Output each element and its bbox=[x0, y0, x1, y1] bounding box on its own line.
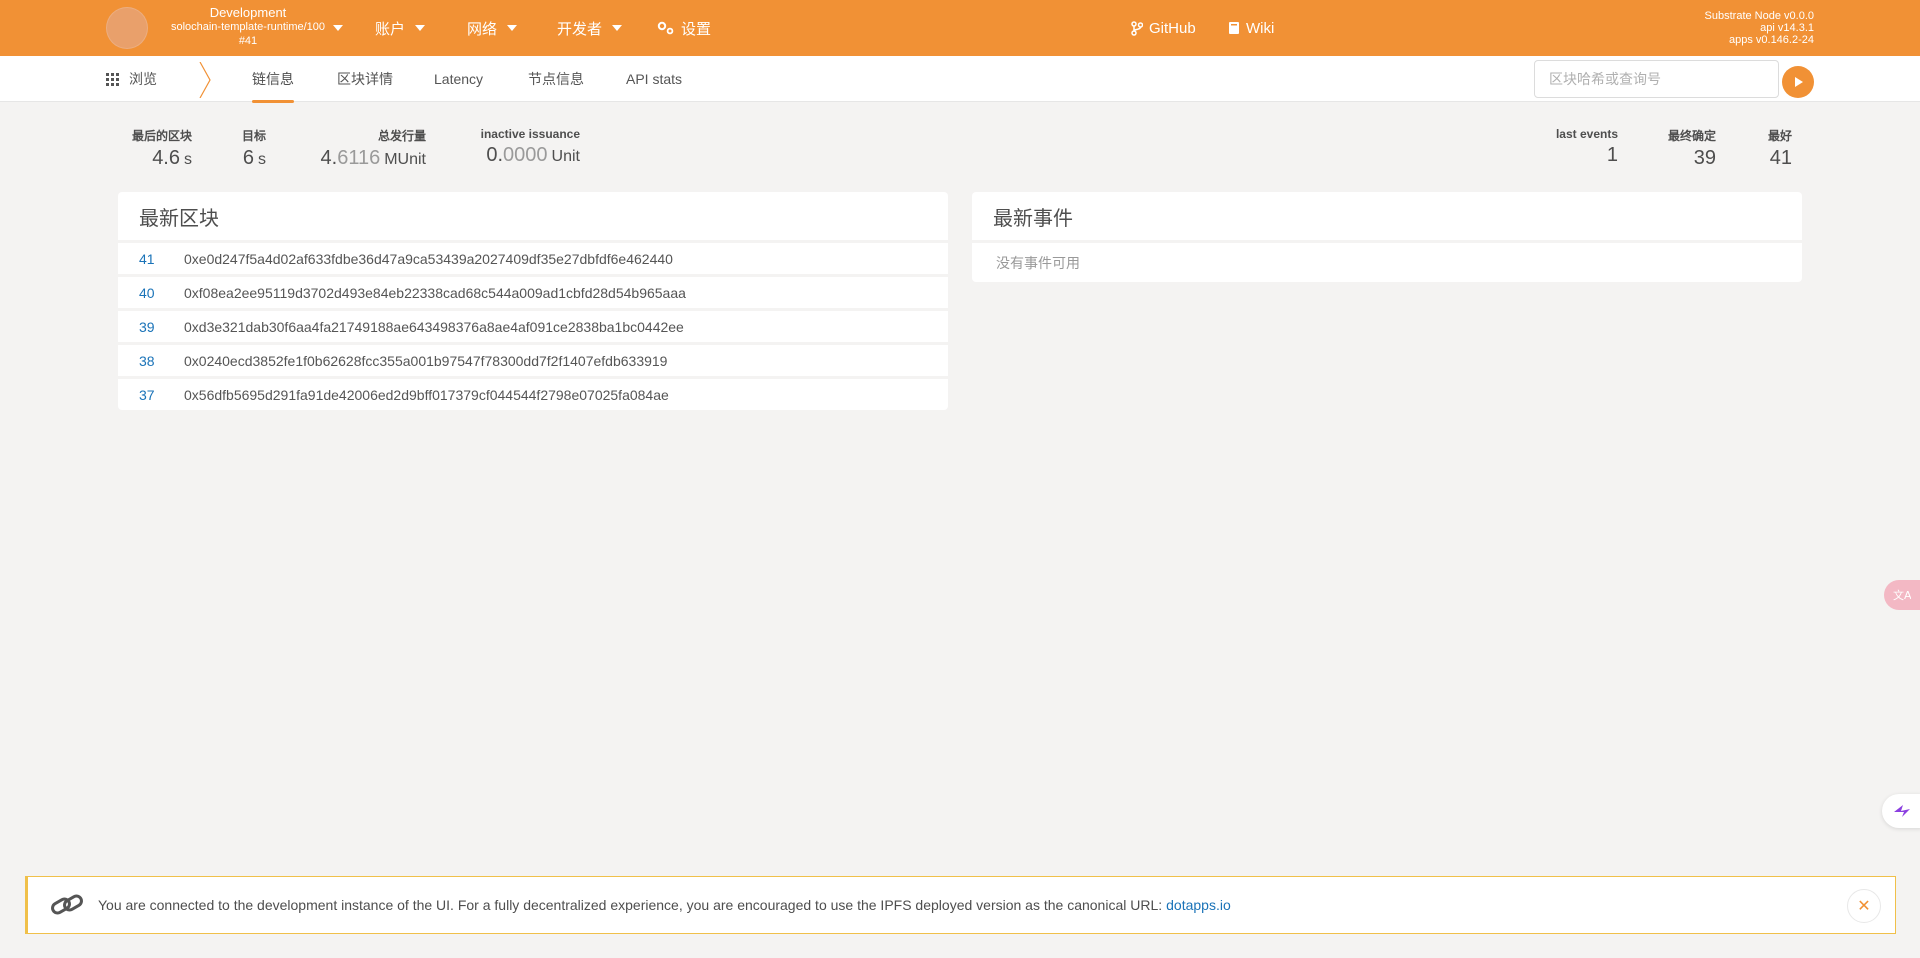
summary-target: 目标 6s bbox=[236, 127, 266, 170]
tab-node-info[interactable]: 节点信息 bbox=[528, 56, 584, 102]
tab-block-details[interactable]: 区块详情 bbox=[337, 56, 393, 102]
chevron-down-icon bbox=[415, 25, 426, 31]
chevron-down-icon bbox=[612, 25, 623, 31]
apps-version: apps v0.146.2-24 bbox=[1728, 34, 1814, 46]
svg-text:文A: 文A bbox=[1893, 588, 1911, 602]
runtime-version: solochain-template-runtime/100 bbox=[170, 21, 326, 33]
menu-settings-label: 设置 bbox=[681, 20, 712, 38]
summary-label: 总发行量 bbox=[377, 129, 426, 143]
github-label: GitHub bbox=[1149, 19, 1196, 37]
summary-value: 4.6 s bbox=[152, 147, 192, 169]
block-search-input[interactable] bbox=[1534, 60, 1779, 98]
no-events-message: 没有事件可用 bbox=[972, 243, 1802, 282]
block-number-link[interactable]: 41 bbox=[139, 251, 184, 267]
table-row: 38 0x0240ecd3852fe1f0b62628fcc355a001b97… bbox=[118, 345, 948, 376]
block-hash: 0xd3e321dab30f6aa4fa21749188ae643498376a… bbox=[184, 318, 684, 335]
search-button[interactable] bbox=[1782, 66, 1814, 98]
menu-developer-label: 开发者 bbox=[557, 20, 603, 38]
summary-value: 0.0000 Unit bbox=[486, 144, 580, 166]
block-hash: 0xf08ea2ee95119d3702d493e84eb22338cad68c… bbox=[184, 284, 686, 301]
chevron-right-icon bbox=[199, 62, 211, 98]
dotapps-link[interactable]: dotapps.io bbox=[1166, 897, 1231, 913]
play-icon bbox=[1795, 77, 1803, 87]
table-row: 39 0xd3e321dab30f6aa4fa21749188ae6434983… bbox=[118, 311, 948, 342]
github-link[interactable]: GitHub bbox=[1131, 0, 1196, 56]
grid-icon bbox=[106, 72, 119, 86]
top-bar: Development solochain-template-runtime/1… bbox=[0, 0, 1920, 56]
summary-label: inactive issuance bbox=[480, 127, 580, 141]
dev-instance-notice: You are connected to the development ins… bbox=[25, 876, 1896, 934]
book-icon bbox=[1229, 22, 1239, 34]
table-row: 41 0xe0d247f5a4d02af633fdbe36d47a9ca5343… bbox=[118, 243, 948, 274]
close-icon[interactable]: ✕ bbox=[1847, 889, 1881, 923]
summary-value: 41 bbox=[1769, 147, 1792, 169]
menu-accounts-label: 账户 bbox=[375, 20, 406, 38]
block-hash: 0x56dfb5695d291fa91de42006ed2d9bff017379… bbox=[184, 386, 669, 403]
summary-label: 最好 bbox=[1767, 129, 1792, 143]
summary-last-block: 最后的区块 4.6 s bbox=[126, 127, 192, 170]
chevron-down-icon[interactable] bbox=[333, 25, 343, 31]
wiki-label: Wiki bbox=[1246, 19, 1275, 37]
recent-events-panel: 最新事件 没有事件可用 bbox=[972, 192, 1802, 282]
recent-blocks-panel: 最新区块 41 0xe0d247f5a4d02af633fdbe36d47a9c… bbox=[118, 192, 948, 410]
tab-api-stats[interactable]: API stats bbox=[626, 56, 682, 102]
tab-latency[interactable]: Latency bbox=[434, 56, 483, 102]
summary-total-issuance: 总发行量 4.6116 MUnit bbox=[312, 127, 426, 170]
git-branch-icon bbox=[1131, 20, 1143, 36]
assistant-button[interactable] bbox=[1882, 794, 1920, 828]
block-hash: 0x0240ecd3852fe1f0b62628fcc355a001b97547… bbox=[184, 352, 668, 369]
recent-events-title: 最新事件 bbox=[972, 192, 1802, 240]
summary-value: 39 bbox=[1693, 147, 1716, 169]
block-number-link[interactable]: 40 bbox=[139, 285, 184, 301]
translate-button[interactable]: 文A bbox=[1884, 580, 1920, 610]
menu-network[interactable]: 网络 bbox=[467, 0, 518, 56]
link-icon bbox=[51, 894, 83, 915]
summary-value: 6s bbox=[242, 147, 266, 169]
block-number-link[interactable]: 37 bbox=[139, 387, 184, 403]
menu-developer[interactable]: 开发者 bbox=[557, 0, 623, 56]
table-row: 40 0xf08ea2ee95119d3702d493e84eb22338cad… bbox=[118, 277, 948, 308]
summary-finalized: 最终确定 39 bbox=[1656, 127, 1716, 170]
summary-last-events: last events 1 bbox=[1540, 127, 1618, 167]
summary-value: 1 bbox=[1606, 144, 1618, 166]
browse-menu[interactable]: 浏览 bbox=[106, 56, 157, 102]
summary-label: 最后的区块 bbox=[131, 129, 192, 143]
summary-value: 4.6116 MUnit bbox=[320, 147, 426, 169]
browse-label: 浏览 bbox=[129, 71, 157, 87]
block-hash: 0xe0d247f5a4d02af633fdbe36d47a9ca53439a2… bbox=[184, 250, 673, 267]
wiki-link[interactable]: Wiki bbox=[1228, 0, 1274, 56]
summary-label: 目标 bbox=[241, 129, 266, 143]
gears-icon bbox=[657, 21, 674, 35]
menu-settings[interactable]: 设置 bbox=[657, 0, 711, 56]
node-version: Substrate Node v0.0.0 bbox=[1704, 10, 1814, 22]
summary-inactive-issuance: inactive issuance 0.0000 Unit bbox=[470, 127, 580, 167]
table-row: 37 0x56dfb5695d291fa91de42006ed2d9bff017… bbox=[118, 379, 948, 410]
chain-name: Development bbox=[209, 5, 287, 20]
sub-navigation: 浏览 链信息 区块详情 Latency 节点信息 API stats bbox=[0, 56, 1920, 103]
node-version-info: Substrate Node v0.0.0 api v14.3.1 apps v… bbox=[1705, 10, 1814, 46]
recent-blocks-title: 最新区块 bbox=[118, 192, 948, 240]
translate-icon: 文A bbox=[1893, 588, 1911, 602]
api-version: api v14.3.1 bbox=[1760, 22, 1814, 34]
block-number-link[interactable]: 38 bbox=[139, 353, 184, 369]
chain-logo[interactable] bbox=[106, 7, 148, 49]
summary-best: 最好 41 bbox=[1756, 127, 1792, 170]
summary-label: last events bbox=[1555, 127, 1618, 141]
assistant-icon bbox=[1894, 805, 1910, 817]
chevron-down-icon bbox=[507, 25, 518, 31]
best-block-number: #41 bbox=[238, 35, 258, 47]
menu-network-label: 网络 bbox=[467, 20, 498, 38]
summary-label: 最终确定 bbox=[1667, 129, 1716, 143]
notice-text: You are connected to the development ins… bbox=[98, 897, 1163, 913]
chain-selector[interactable]: Development solochain-template-runtime/1… bbox=[158, 6, 338, 48]
menu-accounts[interactable]: 账户 bbox=[375, 0, 426, 56]
tab-chain-info[interactable]: 链信息 bbox=[252, 56, 294, 103]
block-number-link[interactable]: 39 bbox=[139, 319, 184, 335]
